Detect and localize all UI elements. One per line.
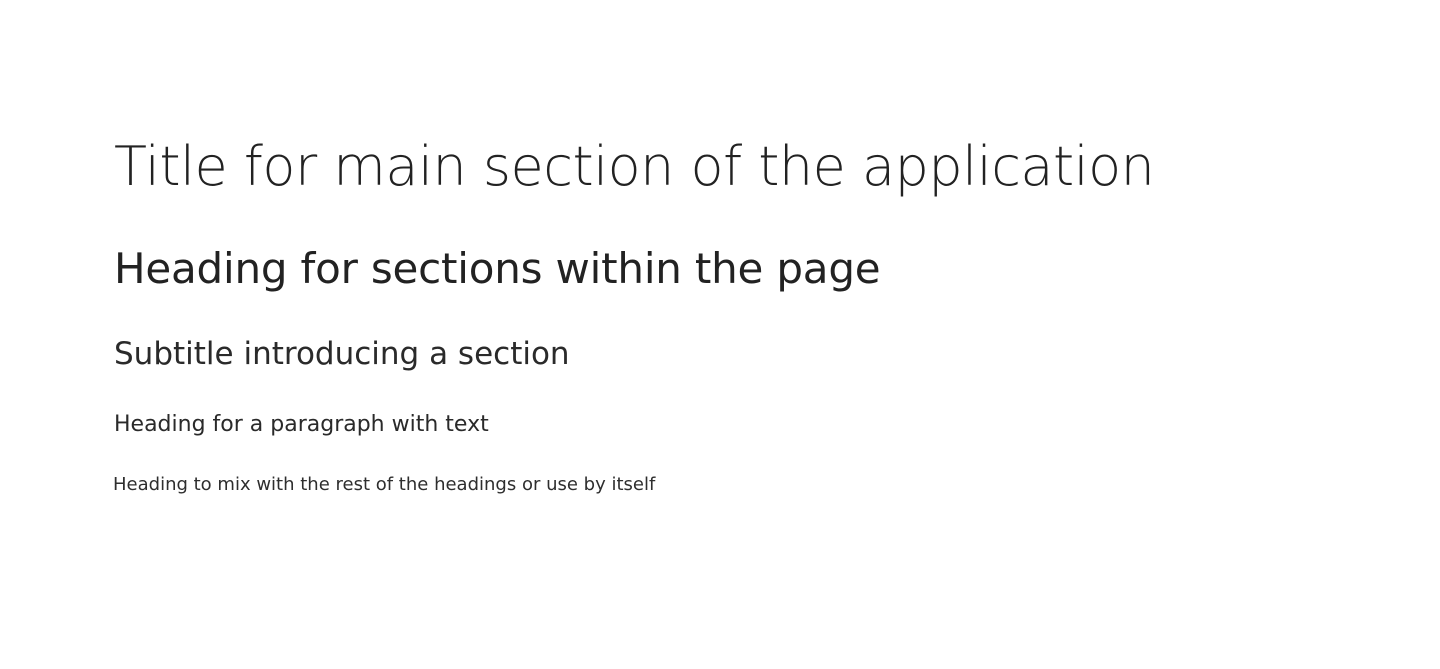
section-subtitle: Subtitle introducing a section xyxy=(114,336,570,372)
mixed-heading: Heading to mix with the rest of the head… xyxy=(113,474,656,495)
main-title-heading: Title for main section of the applicatio… xyxy=(114,135,1155,198)
section-heading: Heading for sections within the page xyxy=(114,244,881,293)
paragraph-heading: Heading for a paragraph with text xyxy=(114,412,489,437)
